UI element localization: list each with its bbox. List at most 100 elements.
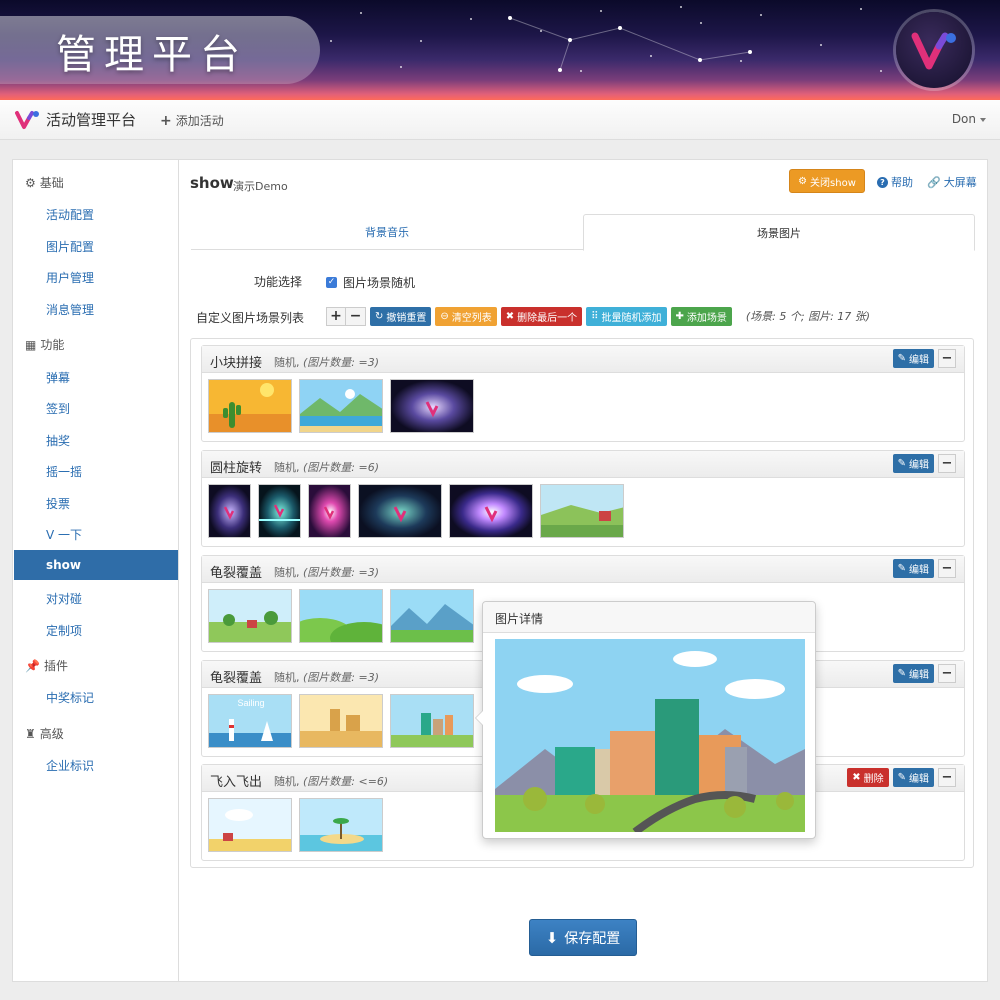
scene-thumbnail[interactable]: [390, 589, 474, 643]
scene-thumbnail[interactable]: [358, 484, 442, 538]
top-navbar: 活动管理平台 + 添加活动 Don: [0, 100, 1000, 140]
constellation-graphic: [508, 16, 752, 72]
big-screen-link[interactable]: 🔗 大屏幕: [927, 174, 977, 190]
scene-name: 圆柱旋转: [210, 461, 263, 476]
page-subtitle: 演示Demo: [233, 180, 288, 193]
sidebar-item-image-config[interactable]: 图片配置: [46, 238, 94, 255]
scene-stats: (场景: 5 个; 图片: 17 张): [745, 310, 871, 323]
add-scene-button[interactable]: ✚ 添加场景: [670, 306, 732, 326]
nav-brand[interactable]: 活动管理平台: [14, 109, 136, 130]
scene-name: 小块拼接: [210, 356, 263, 371]
collapse-scene-button[interactable]: −: [938, 349, 956, 368]
edit-icon: ✎: [897, 563, 906, 574]
sidebar-item-lottery[interactable]: 抽奖: [46, 432, 70, 449]
grid-icon: ⠿: [591, 310, 599, 322]
edit-icon: ✎: [897, 668, 906, 679]
scene-thumbnail[interactable]: [299, 379, 383, 433]
sidebar-item-checkin[interactable]: 签到: [46, 400, 70, 417]
edit-icon: ✎: [897, 458, 906, 469]
scene-thumbnail[interactable]: [540, 484, 624, 538]
random-scene-checkbox[interactable]: ✓ 图片场景随机: [326, 274, 415, 291]
sidebar-item-v-once[interactable]: V 一下: [46, 526, 82, 543]
edit-scene-button[interactable]: ✎ 编辑: [892, 349, 934, 368]
download-icon: ⬇: [545, 928, 559, 947]
scene-thumbnail[interactable]: [208, 798, 292, 852]
user-menu[interactable]: Don: [952, 112, 986, 126]
collapse-scene-button[interactable]: −: [938, 454, 956, 473]
tab-scene-images[interactable]: 场景图片: [583, 214, 975, 251]
sidebar-item-danmaku[interactable]: 弹幕: [46, 369, 70, 386]
help-link[interactable]: ? 帮助: [877, 174, 913, 190]
close-show-button[interactable]: ⚙ 关闭show: [789, 169, 865, 193]
scene-thumbnail[interactable]: [390, 694, 474, 748]
caret-down-icon: [980, 117, 986, 122]
gear-icon: ⚙: [798, 175, 808, 187]
edit-icon: ✎: [897, 772, 906, 783]
popover-title: 图片详情: [483, 602, 815, 633]
undo-reset-button[interactable]: ↻ 撤销重置: [370, 306, 432, 326]
scene-thumbnail[interactable]: [208, 484, 251, 538]
collapse-scene-button[interactable]: −: [938, 768, 956, 787]
collapse-scene-button[interactable]: −: [938, 559, 956, 578]
scene-thumbnail[interactable]: [208, 589, 292, 643]
save-config-button[interactable]: ⬇ 保存配置: [529, 919, 637, 956]
batch-random-add-button[interactable]: ⠿ 批量随机添加: [586, 306, 667, 326]
custom-scene-list-label: 自定义图片场景列表: [196, 311, 305, 325]
plus-icon: ✚: [675, 310, 684, 322]
sidebar-group-function: ▦ 功能: [25, 337, 65, 353]
scene-thumbnail[interactable]: [299, 798, 383, 852]
tab-bar: 背景音乐 场景图片: [191, 214, 975, 251]
scene-name: 龟裂覆盖: [210, 566, 263, 581]
sidebar: ⚙ 基础 活动配置 图片配置 用户管理 消息管理 ▦ 功能 弹幕 签到 抽奖 摇…: [12, 159, 178, 982]
edit-scene-button[interactable]: ✎ 编辑: [892, 664, 934, 683]
question-icon: ?: [877, 176, 888, 188]
scene-thumbnail[interactable]: [208, 379, 292, 433]
function-select-label: 功能选择: [254, 275, 303, 289]
scene-thumbnail[interactable]: [299, 694, 383, 748]
expand-all-button[interactable]: +: [326, 306, 346, 326]
sidebar-item-winner-mark[interactable]: 中奖标记: [46, 689, 94, 706]
edit-scene-button[interactable]: ✎ 编辑: [892, 454, 934, 473]
sailing-text: Sailing: [237, 698, 264, 708]
scene-thumbnail[interactable]: [390, 379, 474, 433]
edit-scene-button[interactable]: ✎ 编辑: [892, 559, 934, 578]
sidebar-item-enterprise-logo[interactable]: 企业标识: [46, 757, 94, 774]
clear-list-button[interactable]: ⊖ 清空列表: [435, 306, 497, 326]
scene-thumbnail[interactable]: [258, 484, 301, 538]
stamp-icon: ♜: [25, 726, 36, 741]
collapse-all-button[interactable]: −: [346, 306, 366, 326]
scene-thumbnail[interactable]: [449, 484, 533, 538]
sidebar-group-advanced: ♜ 高级: [25, 726, 64, 742]
tab-background-music[interactable]: 背景音乐: [191, 214, 583, 250]
scene-thumbnail[interactable]: [299, 589, 383, 643]
collapse-scene-button[interactable]: −: [938, 664, 956, 683]
scene-thumbnail[interactable]: [308, 484, 351, 538]
scene-card: 小块拼接 随机, (图片数量: =3) ✎ 编辑 −: [201, 345, 965, 442]
add-activity-link[interactable]: + 添加活动: [160, 112, 224, 129]
popover-arrow: [475, 710, 483, 726]
scene-thumbnail[interactable]: Sailing: [208, 694, 292, 748]
sidebar-item-user-manage[interactable]: 用户管理: [46, 269, 94, 286]
scene-name: 龟裂覆盖: [210, 671, 263, 686]
image-detail-popover: 图片详情: [475, 601, 816, 839]
sidebar-item-custom[interactable]: 定制项: [46, 622, 82, 639]
sidebar-item-activity-config[interactable]: 活动配置: [46, 206, 94, 223]
delete-scene-button[interactable]: ✖ 删除: [847, 768, 889, 787]
sidebar-item-message-manage[interactable]: 消息管理: [46, 301, 94, 318]
delete-last-button[interactable]: ✖ 删除最后一个: [500, 306, 583, 326]
page-title: show: [190, 174, 234, 192]
brand-logo-icon: [896, 12, 972, 88]
sidebar-item-match[interactable]: 对对碰: [46, 590, 82, 607]
scene-meta: 随机, (图片数量: =3): [274, 356, 380, 369]
banner-title: 管理平台: [56, 32, 248, 78]
scene-meta: 随机, (图片数量: =3): [274, 671, 380, 684]
edit-scene-button[interactable]: ✎ 编辑: [892, 768, 934, 787]
sidebar-item-show[interactable]: show: [14, 550, 178, 580]
scene-meta: 随机, (图片数量: =6): [274, 461, 380, 474]
sidebar-item-shake[interactable]: 摇一摇: [46, 463, 82, 480]
sidebar-item-vote[interactable]: 投票: [46, 495, 70, 512]
sidebar-group-plugin: 📌 插件: [25, 658, 68, 674]
minus-circle-icon: ⊖: [440, 310, 449, 322]
gear-icon: ⚙: [25, 175, 36, 190]
plus-icon: +: [160, 112, 172, 129]
